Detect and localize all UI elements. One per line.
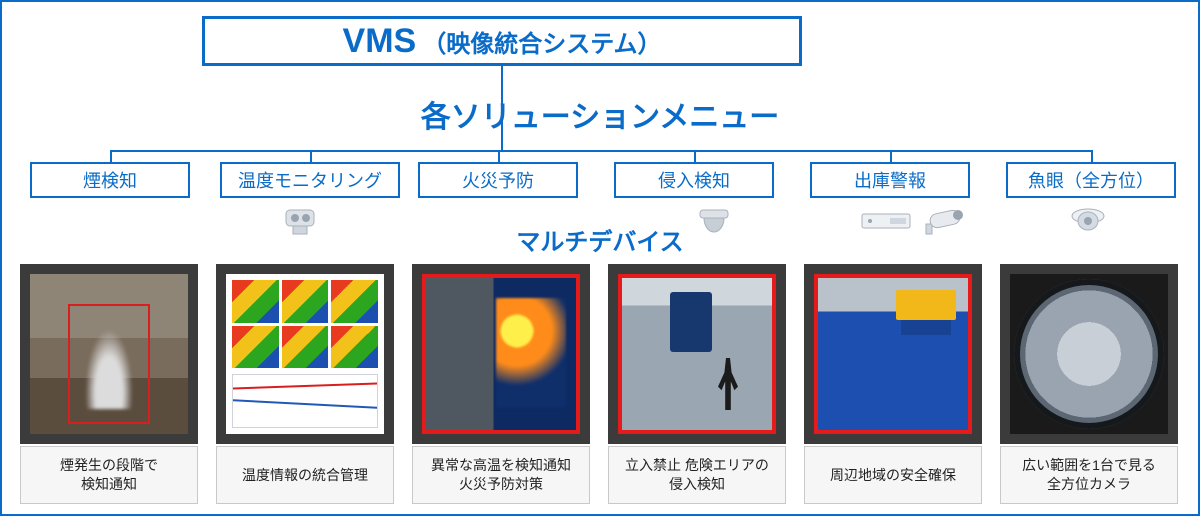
bullet-camera-icon bbox=[920, 206, 970, 243]
category-label: 火災予防 bbox=[462, 167, 534, 193]
root-title-main: VMS bbox=[343, 22, 417, 61]
thumbnail-caption: 立入禁止 危険エリアの侵入検知 bbox=[608, 446, 786, 504]
connector bbox=[310, 150, 312, 162]
thumbnail-caption: 周辺地域の安全確保 bbox=[804, 446, 982, 504]
multi-device-heading: マルチデバイス bbox=[2, 222, 1198, 257]
thumbnail-card bbox=[608, 264, 786, 444]
thumbnail-caption: 温度情報の統合管理 bbox=[216, 446, 394, 504]
thumbnail-card bbox=[216, 264, 394, 444]
connector bbox=[890, 150, 892, 162]
category-box: 侵入検知 bbox=[614, 162, 774, 198]
category-box: 煙検知 bbox=[30, 162, 190, 198]
category-label: 侵入検知 bbox=[658, 167, 730, 193]
thumbnail-image bbox=[422, 274, 580, 434]
thumbnail-card bbox=[804, 264, 982, 444]
connector bbox=[110, 150, 112, 162]
connector bbox=[1091, 150, 1093, 162]
thumbnail-caption: 異常な高温を検知通知火災予防対策 bbox=[412, 446, 590, 504]
connector bbox=[498, 150, 500, 162]
thumbnail-card bbox=[1000, 264, 1178, 444]
connector bbox=[501, 66, 503, 150]
nvr-icon bbox=[860, 206, 912, 241]
category-box: 出庫警報 bbox=[810, 162, 970, 198]
camera-box-icon bbox=[280, 206, 320, 245]
category-label: 温度モニタリング bbox=[238, 167, 382, 193]
category-box: 温度モニタリング bbox=[220, 162, 400, 198]
root-title-sub: （映像統合システム） bbox=[422, 24, 661, 59]
thumbnail-caption: 広い範囲を1台で見る全方位カメラ bbox=[1000, 446, 1178, 504]
thumbnail-image bbox=[618, 274, 776, 434]
thumbnail-image bbox=[814, 274, 972, 434]
solutions-menu-heading: 各ソリューションメニュー bbox=[2, 92, 1198, 136]
category-box: 魚眼（全方位） bbox=[1006, 162, 1176, 198]
root-node: VMS （映像統合システム） bbox=[202, 16, 802, 66]
connector bbox=[694, 150, 696, 162]
fisheye-camera-icon bbox=[1068, 206, 1108, 241]
category-box: 火災予防 bbox=[418, 162, 578, 198]
connector bbox=[110, 150, 1093, 152]
camera-dome-icon bbox=[696, 206, 732, 245]
thumbnail-image bbox=[30, 274, 188, 434]
thumbnail-card bbox=[20, 264, 198, 444]
thumbnail-card bbox=[412, 264, 590, 444]
thumbnail-image bbox=[226, 274, 384, 434]
thumbnail-image bbox=[1010, 274, 1168, 434]
diagram-frame: VMS （映像統合システム） 各ソリューションメニュー マルチデバイス 煙検知温… bbox=[0, 0, 1200, 516]
thumbnail-caption: 煙発生の段階で検知通知 bbox=[20, 446, 198, 504]
category-label: 煙検知 bbox=[83, 167, 137, 193]
category-label: 出庫警報 bbox=[854, 167, 926, 193]
category-label: 魚眼（全方位） bbox=[1028, 167, 1154, 193]
